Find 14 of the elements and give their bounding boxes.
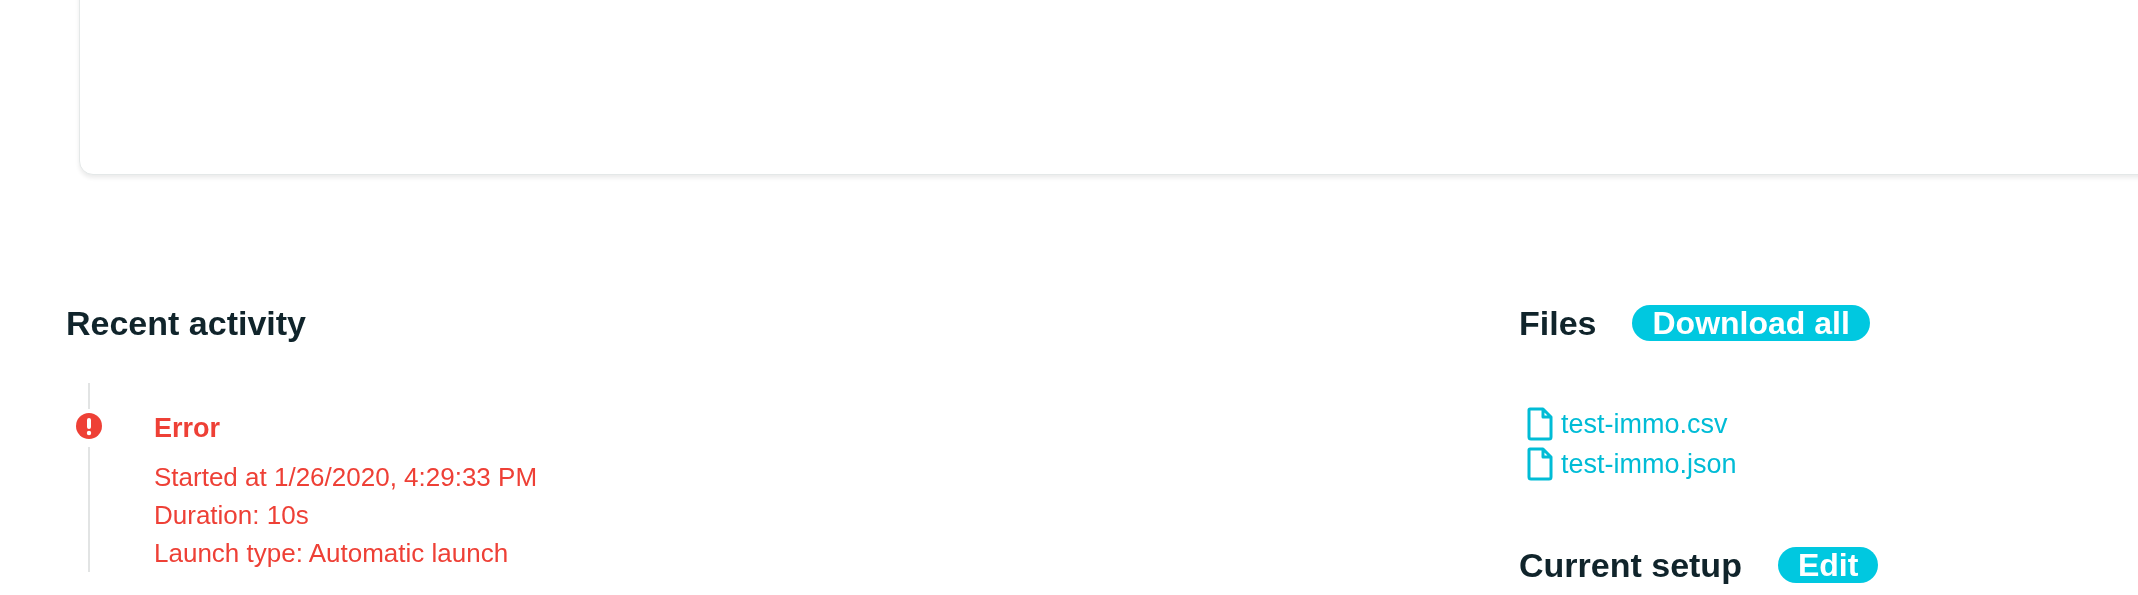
file-link[interactable]: test-immo.json: [1527, 447, 1879, 481]
event-detail: Duration: 10s: [154, 499, 310, 532]
event-detail: Started at 1/26/2020, 4:29:33 PM: [154, 461, 538, 494]
file-link[interactable]: test-immo.csv: [1527, 407, 1879, 441]
edit-button[interactable]: Edit: [1777, 547, 1879, 583]
file-icon: [1527, 447, 1553, 481]
file-icon: [1527, 407, 1553, 441]
section-heading: Recent activity: [66, 303, 307, 343]
event-detail: Launch type: Automatic launch: [154, 537, 510, 570]
event-title: Error: [154, 413, 222, 444]
section-heading: Files: [1519, 303, 1597, 343]
section-heading: Current setup: [1519, 545, 1742, 585]
error-icon: [76, 413, 102, 439]
download-all-button[interactable]: Download all: [1632, 305, 1870, 341]
